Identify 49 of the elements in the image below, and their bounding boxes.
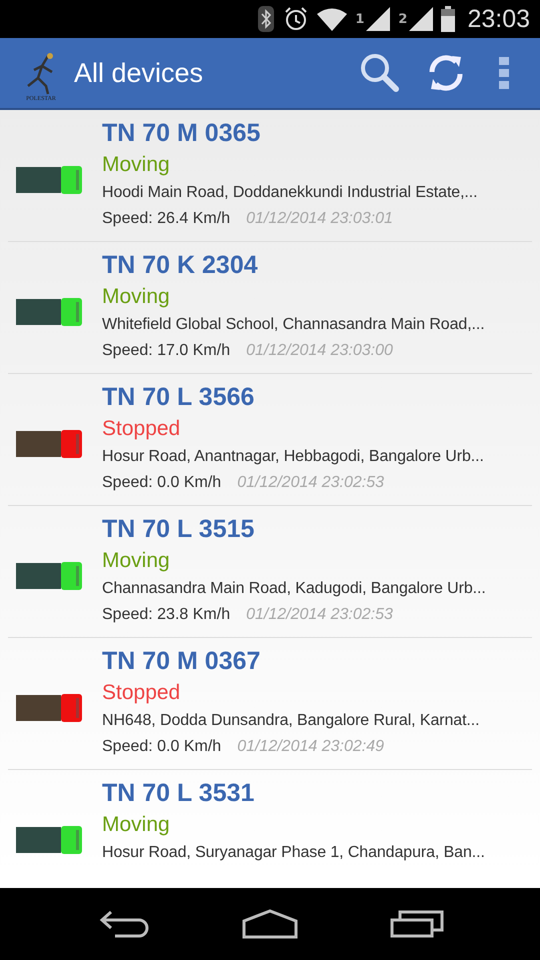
address-text: Hosur Road, Anantnagar, Hebbagodi, Bangalore Urb... [102, 447, 484, 467]
device-row[interactable]: TN 70 L 3515 Moving Channasandra Main Road, Kadugodi, Bangalore Urb... Speed: 23.8 Km/h 01/12/2014 23:02:53 [8, 506, 532, 638]
plate-number: TN 70 L 3515 [102, 514, 256, 545]
vehicle-status: Moving [102, 284, 171, 310]
speed-text: Speed: 0.0 Km/h [102, 737, 222, 757]
sim-label: 2 [398, 12, 408, 26]
menu-icon[interactable] [499, 57, 509, 89]
timestamp: 01/12/2014 23:02:53 [246, 605, 393, 625]
address-text: Hosur Road, Suryanagar Phase 1, Chandapura, Ban... [102, 843, 485, 863]
plate-number: TN 70 M 0367 [102, 646, 262, 677]
speed-text: Speed: 17.0 Km/h [102, 341, 230, 361]
refresh-icon[interactable] [428, 54, 464, 92]
signal-icon [409, 7, 434, 31]
battery-icon [441, 6, 456, 32]
alarm-icon [283, 6, 310, 32]
vehicle-status: Moving [102, 812, 171, 838]
device-row[interactable]: TN 70 M 0367 Stopped NH648, Dodda Dunsandra, Bangalore Rural, Karnat... Speed: 0.0 Km/h 01/12/2014 23:02:49 [8, 638, 532, 770]
plate-number: TN 70 L 3566 [102, 382, 256, 413]
timestamp: 01/12/2014 23:02:53 [237, 473, 384, 493]
address-text: Whitefield Global School, Channasandra Main Road,... [102, 315, 485, 335]
device-row[interactable]: TN 70 L 3566 Stopped Hosur Road, Anantnagar, Hebbagodi, Bangalore Urb... Speed: 0.0 Km/h 01/12/2014 23:02:53 [8, 374, 532, 506]
timestamp: 01/12/2014 23:03:00 [246, 341, 393, 361]
device-row[interactable]: TN 70 K 2304 Moving Whitefield Global School, Channasandra Main Road,... Speed: 17.0 Km/h 01/12/2014 23:03:00 [8, 242, 532, 374]
address-text: Hoodi Main Road, Doddanekkundi Industrial Estate,... [102, 183, 478, 203]
sim-label: 1 [355, 12, 364, 26]
speed-text: Speed: 0.0 Km/h [102, 473, 222, 493]
speed-text: Speed: 23.8 Km/h [102, 605, 230, 625]
vehicle-status: Moving [102, 548, 171, 574]
plate-number: TN 70 L 3531 [102, 778, 256, 809]
device-row[interactable]: TN 70 M 0365 Moving Hoodi Main Road, Doddanekkundi Industrial Estate,... Speed: 26.4 Km/h 01/12/2014 23:03:01 [8, 110, 532, 242]
vehicle-status: Stopped [102, 416, 182, 442]
screen-title: All devices [74, 58, 204, 88]
wifi-icon [317, 7, 348, 31]
clock-time: 23:03 [467, 4, 530, 34]
search-icon[interactable] [359, 52, 401, 94]
home-icon[interactable] [242, 909, 298, 939]
vehicle-status: Moving [102, 152, 171, 178]
plate-number: TN 70 M 0365 [102, 118, 262, 149]
signal-icon [366, 7, 390, 31]
plate-number: TN 70 K 2304 [102, 250, 259, 281]
timestamp: 01/12/2014 23:02:49 [237, 737, 384, 757]
address-text: NH648, Dodda Dunsandra, Bangalore Rural, Karnat... [102, 711, 480, 731]
bluetooth-icon [257, 5, 276, 33]
recent-apps-icon[interactable] [390, 910, 444, 938]
address-text: Channasandra Main Road, Kadugodi, Bangalore Urb... [102, 579, 486, 599]
timestamp: 01/12/2014 23:03:01 [246, 209, 393, 229]
speed-text: Speed: 26.4 Km/h [102, 209, 230, 229]
back-icon[interactable] [97, 910, 150, 938]
vehicle-status: Stopped [102, 680, 182, 706]
